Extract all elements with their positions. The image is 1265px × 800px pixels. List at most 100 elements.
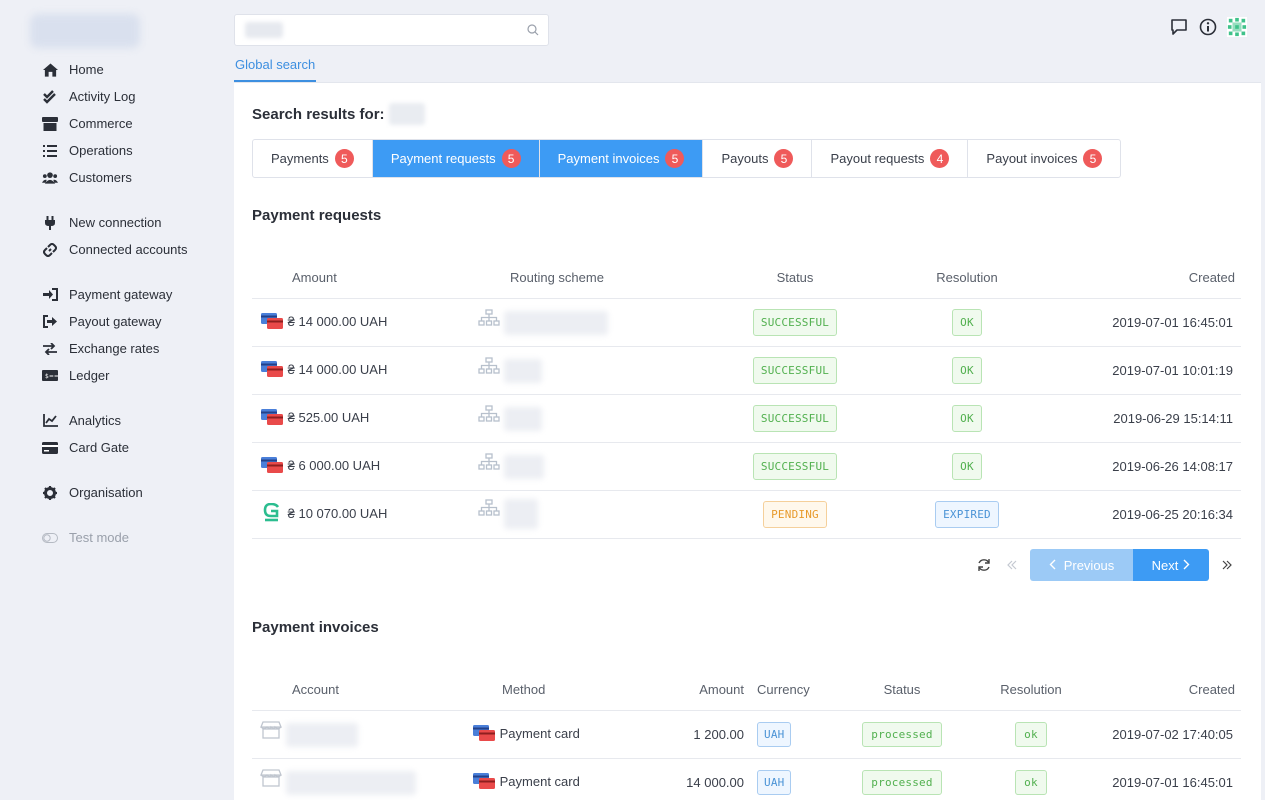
col-created[interactable]: Created xyxy=(1090,670,1241,711)
section-title-payment-invoices: Payment invoices xyxy=(252,619,379,636)
table-row[interactable]: ₴ 6 000.00 UAH SUCCESSFUL OK 2019-06-26 … xyxy=(252,442,1241,491)
currency-badge: UAH xyxy=(757,721,792,747)
previous-button[interactable]: Previous xyxy=(1030,549,1133,581)
sidebar-item-home[interactable]: Home xyxy=(0,56,234,83)
table-row[interactable]: ₴ 10 070.00 UAH PENDING EXPIRED 2019-06-… xyxy=(252,490,1241,539)
resolution-badge: ok xyxy=(1015,721,1047,747)
sidebar-item-commerce[interactable]: Commerce xyxy=(0,110,234,137)
col-amount[interactable]: Amount xyxy=(652,670,752,711)
gear-icon xyxy=(42,485,58,501)
routing-scheme-redacted xyxy=(503,359,542,384)
table-row[interactable]: Payment card 1 200.00 UAH processed ok 2… xyxy=(252,710,1241,759)
tab-payments[interactable]: Payments 5 xyxy=(253,140,373,177)
avatar[interactable] xyxy=(1227,16,1247,38)
plug-icon xyxy=(42,215,58,231)
logo[interactable] xyxy=(30,14,140,48)
tab-payouts[interactable]: Payouts 5 xyxy=(703,140,813,177)
count-badge: 4 xyxy=(930,149,950,168)
last-page-icon[interactable] xyxy=(1215,549,1239,581)
tab-payment-invoices[interactable]: Payment invoices 5 xyxy=(539,140,704,177)
sidebar-item-ledger[interactable]: $== Ledger xyxy=(0,362,234,389)
tab-payment-requests[interactable]: Payment requests 5 xyxy=(372,140,540,177)
status-badge: processed xyxy=(862,721,942,747)
col-account[interactable]: Account xyxy=(252,670,462,711)
chevron-right-icon xyxy=(1183,558,1190,573)
account-redacted xyxy=(285,723,358,748)
credit-card-icon xyxy=(42,440,58,456)
table-row[interactable]: ₴ 14 000.00 UAH SUCCESSFUL OK 2019-07-01… xyxy=(252,346,1241,395)
payment-card-icon xyxy=(260,312,284,333)
col-amount[interactable]: Amount xyxy=(252,258,470,299)
payment-card-icon xyxy=(472,772,496,793)
resolution-badge: OK xyxy=(952,404,982,432)
sidebar-item-payment-gateway[interactable]: Payment gateway xyxy=(0,281,234,308)
sidebar-item-label: Operations xyxy=(69,143,133,158)
account-redacted xyxy=(285,771,416,796)
sidebar-item-label: Ledger xyxy=(69,368,110,383)
tab-payout-requests[interactable]: Payout requests 4 xyxy=(812,140,969,177)
store-icon xyxy=(42,116,58,132)
status-badge: SUCCESSFUL xyxy=(752,356,838,384)
sidebar-item-operations[interactable]: Operations xyxy=(0,137,234,164)
sidebar-item-organisation[interactable]: Organisation xyxy=(0,479,234,506)
search-term-redacted xyxy=(388,103,425,125)
sidebar-item-label: Analytics xyxy=(69,413,122,428)
chevron-left-icon xyxy=(1049,558,1056,573)
svg-text:$==: $== xyxy=(45,373,58,380)
col-method[interactable]: Method xyxy=(462,670,652,711)
status-badge: SUCCESSFUL xyxy=(752,308,838,336)
tab-payout-invoices[interactable]: Payout invoices 5 xyxy=(968,140,1120,177)
sidebar-item-new-connection[interactable]: New connection xyxy=(0,209,234,236)
sidebar: Home Activity Log Commerce Operations Cu… xyxy=(0,0,234,800)
count-badge: 5 xyxy=(501,149,521,168)
sidebar-item-label: Customers xyxy=(69,170,132,185)
col-created[interactable]: Created xyxy=(1072,258,1241,299)
sign-in-icon xyxy=(42,287,58,303)
sidebar-nav: Home Activity Log Commerce Operations Cu… xyxy=(0,56,234,569)
refresh-icon[interactable] xyxy=(972,549,996,581)
col-resolution[interactable]: Resolution xyxy=(862,258,1072,299)
search-icon[interactable] xyxy=(527,24,539,39)
top-toolbar xyxy=(1169,16,1247,38)
col-resolution[interactable]: Resolution xyxy=(972,670,1090,711)
users-icon xyxy=(42,170,58,186)
store-icon xyxy=(260,769,282,790)
info-icon[interactable] xyxy=(1198,16,1218,38)
col-routing-scheme[interactable]: Routing scheme xyxy=(470,258,728,299)
col-status[interactable]: Status xyxy=(832,670,972,711)
payment-card-icon xyxy=(260,408,284,429)
resolution-badge: ok xyxy=(1015,769,1047,795)
table-row[interactable]: ₴ 14 000.00 UAH SUCCESSFUL OK 2019-07-01… xyxy=(252,298,1241,347)
table-row[interactable]: Payment card 14 000.00 UAH processed ok … xyxy=(252,758,1241,800)
count-badge: 5 xyxy=(665,149,685,168)
payment-card-icon xyxy=(260,456,284,477)
sidebar-item-test-mode[interactable]: Test mode xyxy=(0,524,234,551)
tab-global-search[interactable]: Global search xyxy=(234,56,317,82)
money-bill-icon: $== xyxy=(42,368,58,384)
table-row[interactable]: ₴ 525.00 UAH SUCCESSFUL OK 2019-06-29 15… xyxy=(252,394,1241,443)
sidebar-item-label: Card Gate xyxy=(69,440,129,455)
first-page-icon[interactable] xyxy=(1000,549,1024,581)
sidebar-item-card-gate[interactable]: Card Gate xyxy=(0,434,234,461)
sidebar-item-label: Exchange rates xyxy=(69,341,160,356)
sidebar-item-payout-gateway[interactable]: Payout gateway xyxy=(0,308,234,335)
status-badge: SUCCESSFUL xyxy=(752,404,838,432)
sidebar-item-exchange-rates[interactable]: Exchange rates xyxy=(0,335,234,362)
col-status[interactable]: Status xyxy=(728,258,862,299)
sidebar-item-analytics[interactable]: Analytics xyxy=(0,407,234,434)
sidebar-item-activity-log[interactable]: Activity Log xyxy=(0,83,234,110)
toggle-icon xyxy=(42,530,58,546)
sidebar-item-connected-accounts[interactable]: Connected accounts xyxy=(0,236,234,263)
next-button[interactable]: Next xyxy=(1133,549,1209,581)
pagination: Previous Next xyxy=(970,549,1241,581)
status-badge: SUCCESSFUL xyxy=(752,452,838,480)
resolution-badge: OK xyxy=(952,452,982,480)
col-currency[interactable]: Currency xyxy=(752,670,832,711)
exchange-icon xyxy=(42,341,58,357)
routing-scheme-redacted xyxy=(503,499,538,529)
resolution-badge: OK xyxy=(952,308,982,336)
sidebar-item-customers[interactable]: Customers xyxy=(0,164,234,191)
link-icon xyxy=(42,242,58,258)
double-check-icon xyxy=(42,89,58,105)
chat-icon[interactable] xyxy=(1169,16,1189,38)
